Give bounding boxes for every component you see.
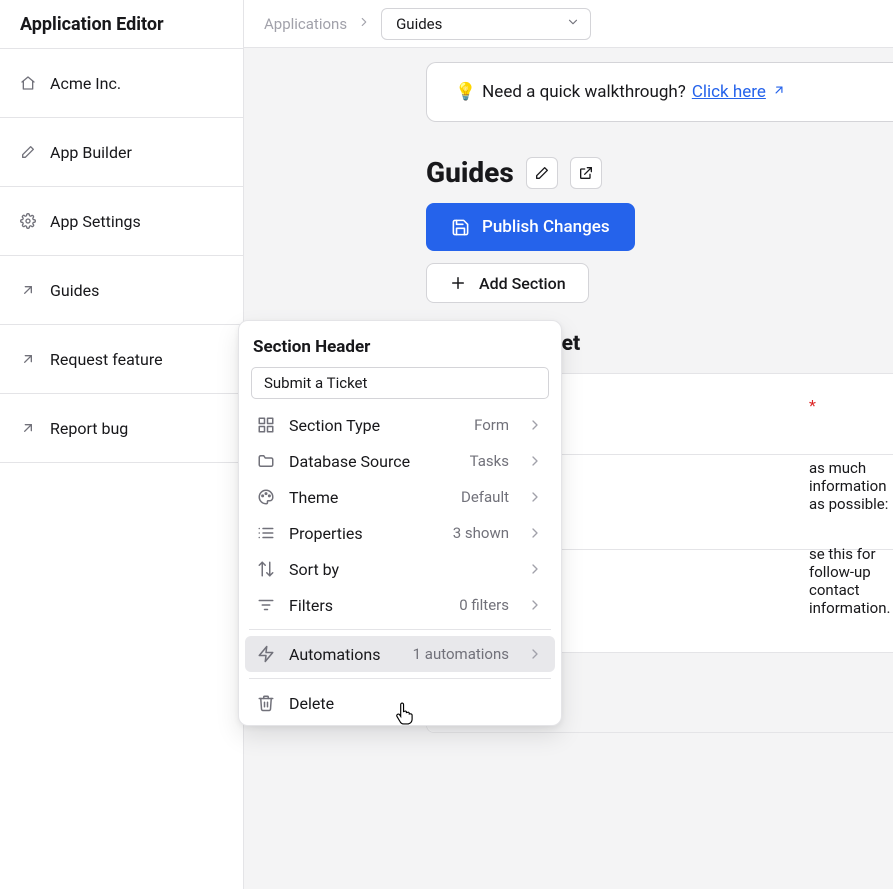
popover-sort-by[interactable]: Sort by	[245, 551, 555, 587]
chevron-right-icon	[527, 597, 543, 613]
publish-button[interactable]: Publish Changes	[426, 203, 635, 251]
sidebar-item-label: Report bug	[50, 419, 128, 438]
list-icon	[257, 524, 275, 542]
chevron-right-icon	[357, 14, 371, 33]
gear-icon	[20, 213, 36, 229]
walkthrough-callout: 💡 Need a quick walkthrough? Click here	[426, 62, 893, 122]
grid-icon	[257, 416, 275, 434]
publish-label: Publish Changes	[482, 217, 610, 237]
required-indicator: *	[809, 396, 816, 415]
sidebar-item-app-builder[interactable]: App Builder	[0, 118, 243, 187]
add-section-button[interactable]: Add Section	[426, 263, 589, 303]
arrow-up-right-icon	[20, 282, 36, 298]
palette-icon	[257, 488, 275, 506]
popover-database-source[interactable]: Database Source Tasks	[245, 443, 555, 479]
sidebar-item-request-feature[interactable]: Request feature	[0, 325, 243, 394]
sort-icon	[257, 560, 275, 578]
chevron-right-icon	[527, 453, 543, 469]
rename-button[interactable]	[526, 157, 558, 189]
breadcrumb-select[interactable]: Guides	[381, 8, 591, 40]
filter-icon	[257, 596, 275, 614]
popover-title: Section Header	[239, 331, 561, 367]
popover-delete[interactable]: Delete	[245, 685, 555, 721]
page-title: Guides	[426, 156, 514, 189]
section-name-input[interactable]: Submit a Ticket	[251, 367, 549, 399]
lightbulb-emoji: 💡	[455, 82, 476, 102]
trash-icon	[257, 694, 275, 712]
external-link-icon	[772, 82, 786, 102]
breadcrumb-root[interactable]: Applications	[264, 15, 347, 33]
chevron-right-icon	[527, 417, 543, 433]
add-section-label: Add Section	[479, 274, 566, 293]
chevron-right-icon	[527, 525, 543, 541]
callout-link[interactable]: Click here	[692, 82, 766, 102]
sidebar-item-app-settings[interactable]: App Settings	[0, 187, 243, 256]
divider	[249, 629, 551, 630]
divider	[249, 678, 551, 679]
external-link-icon	[578, 165, 594, 181]
callout-text: Need a quick walkthrough?	[482, 82, 686, 102]
plus-icon	[449, 274, 467, 292]
sidebar-item-label: App Builder	[50, 143, 132, 162]
save-icon	[451, 218, 470, 237]
sidebar-item-report-bug[interactable]: Report bug	[0, 394, 243, 463]
sidebar-item-label: Request feature	[50, 350, 163, 369]
popover-theme[interactable]: Theme Default	[245, 479, 555, 515]
sidebar-item-label: Guides	[50, 281, 99, 300]
chevron-right-icon	[527, 646, 543, 662]
app-title: Application Editor	[0, 0, 243, 49]
pencil-icon	[20, 144, 36, 160]
sidebar-item-guides[interactable]: Guides	[0, 256, 243, 325]
sidebar-item-label: App Settings	[50, 212, 141, 231]
open-external-button[interactable]	[570, 157, 602, 189]
house-icon	[20, 75, 36, 91]
breadcrumb-current: Guides	[396, 15, 442, 33]
sidebar-item-home[interactable]: Acme Inc.	[0, 49, 243, 118]
popover-automations[interactable]: Automations 1 automations	[245, 636, 555, 672]
arrow-up-right-icon	[20, 351, 36, 367]
sidebar: Application Editor Acme Inc. App Builder…	[0, 0, 244, 889]
breadcrumb-bar: Applications Guides	[244, 0, 893, 48]
pencil-icon	[534, 165, 550, 181]
section-settings-popover: Section Header Submit a Ticket Section T…	[238, 320, 562, 726]
chevron-right-icon	[527, 561, 543, 577]
folder-icon	[257, 452, 275, 470]
popover-filters[interactable]: Filters 0 filters	[245, 587, 555, 623]
chevron-down-icon	[566, 15, 580, 33]
popover-properties[interactable]: Properties 3 shown	[245, 515, 555, 551]
bolt-icon	[257, 645, 275, 663]
chevron-right-icon	[527, 489, 543, 505]
page-title-row: Guides	[426, 156, 602, 189]
arrow-up-right-icon	[20, 420, 36, 436]
popover-section-type[interactable]: Section Type Form	[245, 407, 555, 443]
sidebar-item-label: Acme Inc.	[50, 74, 121, 93]
